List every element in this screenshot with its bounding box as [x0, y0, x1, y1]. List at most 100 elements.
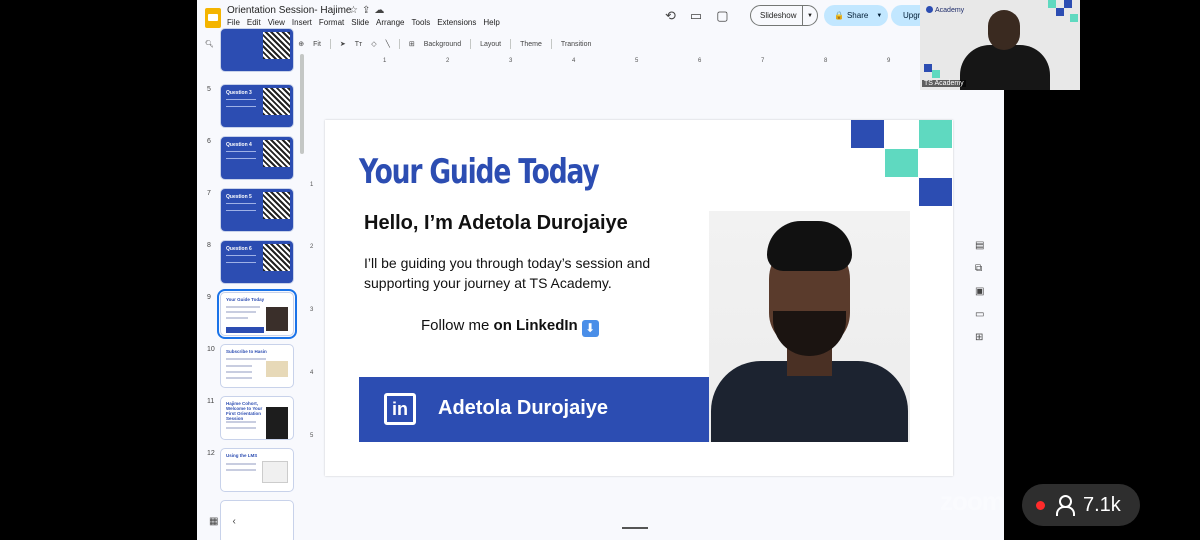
thumb-preview[interactable]: Subscribe to Hasin — [220, 344, 294, 388]
save-icon[interactable]: ▣ — [975, 286, 984, 297]
keep-icon[interactable]: ▤ — [975, 240, 984, 251]
decor-square — [932, 70, 940, 78]
menu-tools[interactable]: Tools — [412, 18, 431, 27]
add-addon-icon[interactable]: ⊞ — [975, 332, 984, 343]
decor-square — [1048, 0, 1056, 8]
ruler-tick: 1 — [383, 58, 387, 64]
thumb-photo — [266, 407, 288, 439]
slide-description[interactable]: I’ll be guiding you through today’s sess… — [364, 253, 684, 293]
slide-number: 7 — [207, 190, 211, 197]
star-icon[interactable]: ☆ — [349, 5, 362, 16]
select-cursor-icon[interactable]: ➤ — [340, 40, 346, 48]
thumb-preview[interactable]: Your Guide Today — [217, 289, 297, 339]
collapse-icon[interactable]: ‹ — [232, 516, 235, 527]
thumb-photo — [266, 307, 288, 331]
slide-thumbnail[interactable]: 5 Question 3 — [197, 84, 309, 132]
cloud-saved-icon[interactable]: ☁ — [374, 5, 388, 16]
menu-view[interactable]: View — [268, 18, 285, 27]
menu-arrange[interactable]: Arrange — [376, 18, 404, 27]
lock-icon: 🔒 — [834, 11, 844, 20]
thumb-preview[interactable]: Question 3 — [220, 84, 294, 128]
presenter-photo[interactable] — [709, 211, 910, 442]
chevron-down-icon[interactable]: ▼ — [876, 13, 882, 19]
menu-file[interactable]: File — [227, 18, 240, 27]
document-title[interactable]: Orientation Session- Hajime — [227, 5, 352, 16]
slide-thumbnail[interactable]: 6 Question 4 — [197, 136, 309, 184]
divider — [470, 39, 472, 49]
move-folder-icon[interactable]: ⇪ — [362, 5, 374, 16]
copy-icon[interactable]: ⧉ — [975, 263, 984, 274]
slide-canvas[interactable]: Your Guide Today Hello, I’m Adetola Duro… — [325, 120, 953, 476]
share-button[interactable]: 🔒 Share ▼ — [824, 5, 888, 26]
menu-format[interactable]: Format — [319, 18, 344, 27]
menu-slide[interactable]: Slide — [351, 18, 369, 27]
horizontal-scrollbar[interactable] — [622, 527, 648, 529]
follow-linkedin-text[interactable]: Follow me on LinkedIn ⬇ — [421, 317, 599, 337]
thumb-label: Subscribe to Hasin — [226, 349, 267, 354]
thumb-label: Your Guide Today — [226, 297, 265, 302]
ruler-tick: 8 — [824, 58, 828, 64]
chevron-down-icon[interactable]: ▼ — [803, 13, 813, 19]
viewer-count-badge[interactable]: 7.1k — [1022, 484, 1140, 526]
menu-extensions[interactable]: Extensions — [437, 18, 476, 27]
comment-icon[interactable]: ▭ — [690, 8, 702, 24]
menu-edit[interactable]: Edit — [247, 18, 261, 27]
slide-thumbnail[interactable]: 10 Subscribe to Hasin — [197, 344, 309, 392]
slide-thumbnail[interactable]: 7 Question 5 — [197, 188, 309, 236]
thumb-preview[interactable]: Question 4 — [220, 136, 294, 180]
slide-thumbnail[interactable] — [197, 28, 309, 76]
slide-thumbnail-selected[interactable]: 9 Your Guide Today — [197, 289, 309, 340]
ruler-tick: 5 — [635, 58, 639, 64]
qr-code — [263, 244, 290, 271]
meet-camera-icon[interactable]: ▢ — [716, 8, 728, 24]
transition-button[interactable]: Transition — [561, 41, 591, 48]
filmstrip-scrollbar[interactable] — [300, 54, 304, 154]
down-arrow-icon: ⬇ — [581, 320, 599, 337]
slide-greeting[interactable]: Hello, I’m Adetola Durojaiye — [364, 212, 628, 235]
slideshow-button[interactable]: Slideshow ▼ — [750, 5, 818, 26]
slides-logo-icon[interactable] — [205, 8, 221, 28]
thumb-preview[interactable]: Question 6 — [220, 240, 294, 284]
thumb-line — [226, 306, 260, 308]
participant-video[interactable]: Academy TS Academy — [920, 0, 1080, 90]
thumb-preview[interactable]: Question 5 — [220, 188, 294, 232]
person-head — [988, 10, 1020, 50]
shape-icon[interactable]: ◇ — [371, 40, 376, 48]
thumb-text — [226, 99, 256, 107]
menu-bar: File Edit View Insert Format Slide Arran… — [227, 18, 500, 27]
line-icon[interactable]: ╲ — [386, 40, 390, 48]
thumb-text — [226, 255, 256, 263]
slideshow-label[interactable]: Slideshow — [751, 6, 803, 25]
thumb-label: Hajime Cohort, Welcome to Your First Ori… — [226, 401, 263, 421]
academy-label: Academy — [935, 7, 965, 14]
qr-code — [263, 140, 290, 167]
menu-insert[interactable]: Insert — [292, 18, 312, 27]
comment-add-icon[interactable]: ⊞ — [409, 40, 415, 48]
thumb-label: Question 6 — [226, 246, 252, 252]
thumb-preview[interactable]: Using the LMS — [220, 448, 294, 492]
slide-title[interactable]: Your Guide Today — [359, 152, 600, 192]
grid-view-icon[interactable]: ▦ — [209, 516, 218, 527]
thumb-preview[interactable] — [220, 28, 294, 72]
ruler-tick: 4 — [310, 370, 314, 376]
history-icon[interactable]: ⟲ — [665, 8, 676, 24]
background-button[interactable]: Background — [424, 41, 461, 48]
linkedin-banner[interactable]: in Adetola Durojaiye — [359, 377, 709, 442]
photo-beard — [773, 311, 846, 356]
ruler-tick: 2 — [310, 244, 314, 250]
title-icons: ☆⇪☁ — [349, 5, 388, 16]
slide-thumbnail[interactable]: 8 Question 6 — [197, 240, 309, 288]
ruler-tick: 7 — [761, 58, 765, 64]
thumb-preview[interactable]: Hajime Cohort, Welcome to Your First Ori… — [220, 396, 294, 440]
divider — [510, 39, 512, 49]
textbox-icon[interactable]: Tт — [355, 41, 362, 48]
layout-button[interactable]: Layout — [480, 41, 501, 48]
academy-logo: Academy — [926, 6, 964, 14]
menu-help[interactable]: Help — [483, 18, 499, 27]
folder-icon[interactable]: ▭ — [975, 309, 984, 320]
toolbar: 🔍︎ + ↶ ↷ ⎙ 🖌︎ ⊕ Fit ➤ Tт ◇ ╲ ⊞ Backgroun… — [205, 36, 995, 52]
theme-button[interactable]: Theme — [520, 41, 542, 48]
slide-thumbnail[interactable]: 12 Using the LMS — [197, 448, 309, 496]
slide-thumbnail[interactable]: 11 Hajime Cohort, Welcome to Your First … — [197, 396, 309, 444]
zoom-select[interactable]: Fit — [313, 41, 321, 48]
